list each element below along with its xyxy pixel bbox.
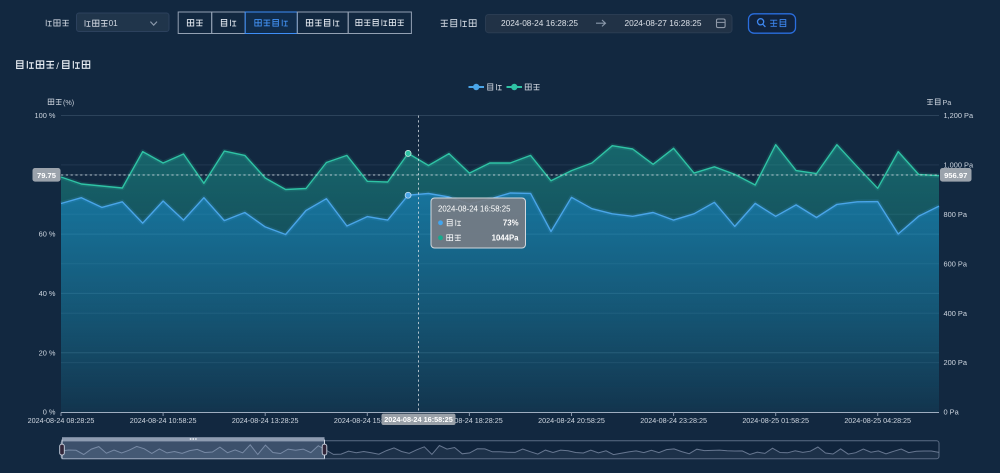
svg-text:20 %: 20 % [39,348,56,357]
svg-text:2024-08-24 13:28:25: 2024-08-24 13:28:25 [232,416,299,425]
svg-text:400 Pa: 400 Pa [944,309,968,318]
svg-text:2024-08-24 08:28:25: 2024-08-24 08:28:25 [28,416,95,425]
svg-text:2024-08-25 04:28:25: 2024-08-25 04:28:25 [844,416,911,425]
svg-text:2024-08-24 16:58:25: 2024-08-24 16:58:25 [438,205,511,214]
svg-text:73%: 73% [503,219,519,228]
svg-text:100 %: 100 % [35,111,56,120]
svg-text:800 Pa: 800 Pa [944,210,968,219]
svg-text:0 %: 0 % [43,408,56,417]
svg-text:1044Pa: 1044Pa [492,234,520,243]
svg-text:600 Pa: 600 Pa [944,259,968,268]
svg-text:2024-08-24 10:58:25: 2024-08-24 10:58:25 [130,416,197,425]
svg-text:79.75: 79.75 [37,171,57,180]
svg-text:2024-08-27 16:28:25: 2024-08-27 16:28:25 [624,18,701,28]
svg-text:Pa: Pa [943,98,952,107]
svg-text:2024-08-24 16:58:25: 2024-08-24 16:58:25 [384,415,453,424]
svg-text:/: / [56,61,59,72]
svg-text:60 %: 60 % [39,230,56,239]
svg-text:200 Pa: 200 Pa [944,358,968,367]
svg-text:956.97: 956.97 [944,171,967,180]
svg-text:2024-08-24 16:28:25: 2024-08-24 16:28:25 [501,18,578,28]
svg-text:2024-08-24 23:28:25: 2024-08-24 23:28:25 [640,416,707,425]
svg-text:0 Pa: 0 Pa [944,408,960,417]
svg-text:40 %: 40 % [39,289,56,298]
svg-text:2024-08-24 20:58:25: 2024-08-24 20:58:25 [538,416,605,425]
svg-text:2024-08-25 01:58:25: 2024-08-25 01:58:25 [742,416,809,425]
svg-text:(%): (%) [63,98,74,107]
svg-text:01: 01 [109,19,119,28]
svg-text:1,200 Pa: 1,200 Pa [944,111,974,120]
